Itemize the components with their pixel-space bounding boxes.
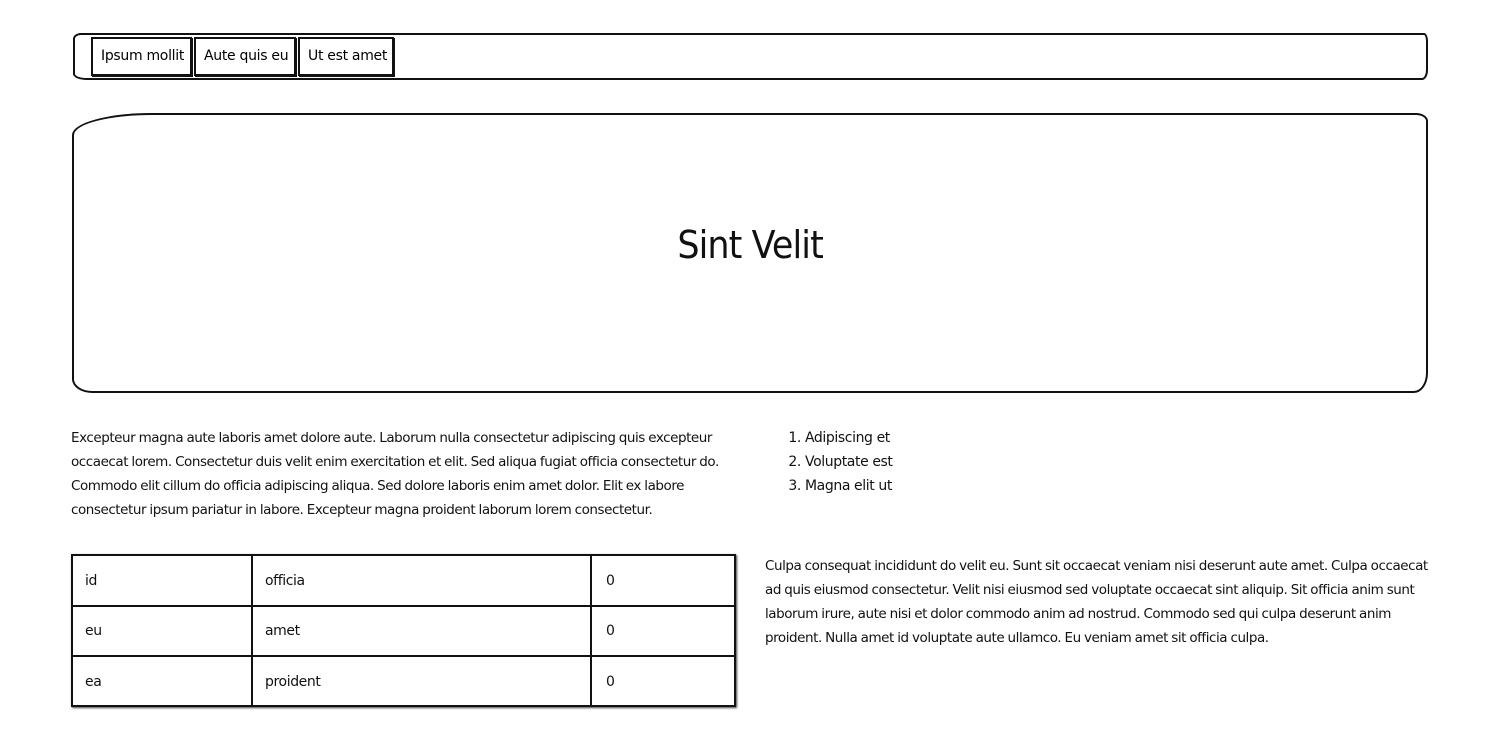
nav-tab-ipsum-mollit[interactable]: Ipsum mollit bbox=[91, 37, 192, 76]
table-row: eu amet 0 bbox=[73, 605, 734, 657]
table-cell: id bbox=[73, 556, 253, 607]
table-row: id officia 0 bbox=[73, 556, 734, 607]
hero-card: Sint Velit bbox=[72, 113, 1428, 393]
intro-paragraph: Excepteur magna aute laboris amet dolore… bbox=[71, 430, 719, 518]
table-cell: officia bbox=[251, 556, 592, 607]
nav-tab-aute-quis-eu[interactable]: Aute quis eu bbox=[194, 37, 296, 76]
table-cell: 0 bbox=[590, 655, 734, 706]
top-nav-bar: Ipsum mollit Aute quis eu Ut est amet bbox=[73, 33, 1428, 80]
nav-tabs: Ipsum mollit Aute quis eu Ut est amet bbox=[91, 37, 394, 76]
ordered-list: Adipiscing et Voluptate est Magna elit u… bbox=[783, 426, 893, 498]
table-cell: 0 bbox=[590, 605, 734, 657]
table-cell: ea bbox=[73, 655, 253, 706]
table-row: ea proident 0 bbox=[73, 655, 734, 706]
page-title: Sint Velit bbox=[677, 223, 823, 267]
table-cell: proident bbox=[251, 655, 592, 706]
nav-tab-ut-est-amet[interactable]: Ut est amet bbox=[298, 37, 394, 76]
data-table: id officia 0 eu amet 0 ea proident 0 bbox=[71, 554, 736, 707]
table-cell: eu bbox=[73, 605, 253, 657]
list-item: Adipiscing et bbox=[805, 426, 893, 450]
table-cell: 0 bbox=[590, 556, 734, 607]
list-item: Magna elit ut bbox=[805, 474, 893, 498]
list-item: Voluptate est bbox=[805, 450, 893, 474]
secondary-paragraph: Culpa consequat incididunt do velit eu. … bbox=[765, 558, 1428, 646]
table-cell: amet bbox=[251, 605, 592, 657]
